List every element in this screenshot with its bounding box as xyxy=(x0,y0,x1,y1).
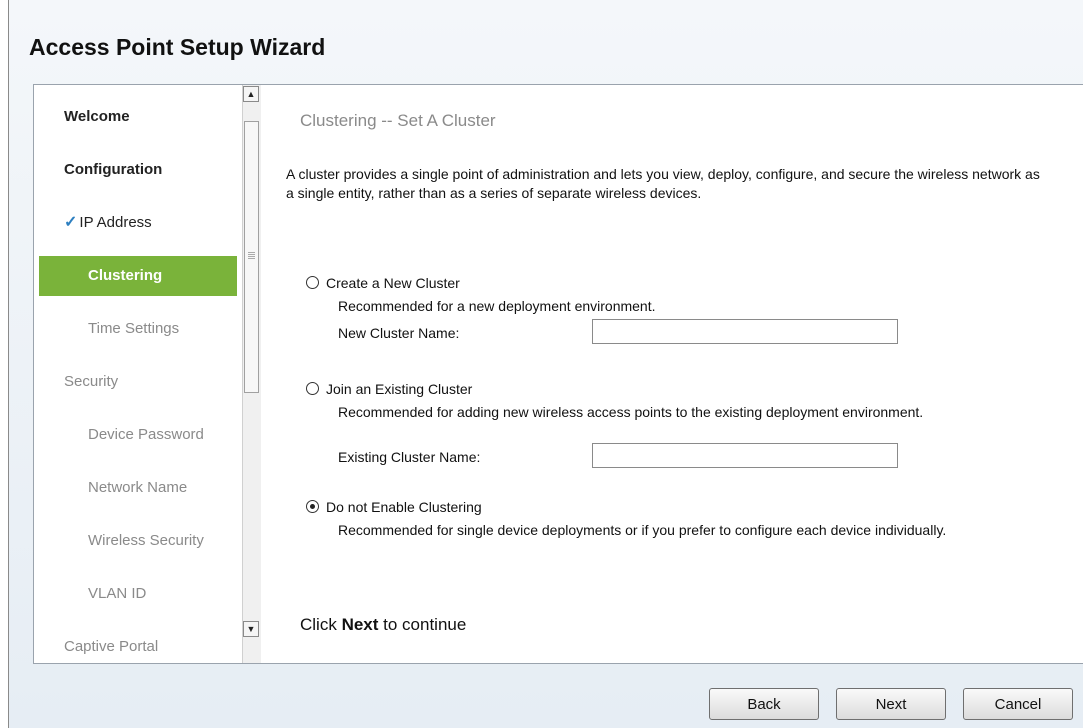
option-label[interactable]: Create a New Cluster xyxy=(326,275,460,291)
continue-hint: Click Next to continue xyxy=(300,615,466,635)
option-label[interactable]: Do not Enable Clustering xyxy=(326,499,482,515)
checkmark-icon: ✓ xyxy=(64,214,78,231)
window-left-edge xyxy=(0,0,8,728)
option-label[interactable]: Join an Existing Cluster xyxy=(326,381,472,397)
hint-prefix: Click xyxy=(300,615,342,634)
page-title: Clustering -- Set A Cluster xyxy=(300,111,496,130)
nav-item-vlan-id[interactable]: VLAN ID xyxy=(88,574,238,614)
nav-item-ip-address[interactable]: ✓ IP Address xyxy=(64,203,234,243)
scroll-up-button[interactable]: ▲ xyxy=(243,86,259,102)
disable-clustering-radio[interactable] xyxy=(306,500,319,513)
create-cluster-radio[interactable] xyxy=(306,276,319,289)
nav-item-configuration[interactable]: Configuration xyxy=(64,150,234,190)
nav-item-label: IP Address xyxy=(79,214,152,231)
hint-next-word: Next xyxy=(341,615,379,634)
join-cluster-radio[interactable] xyxy=(306,382,319,395)
next-button[interactable]: Next xyxy=(836,688,946,720)
option-description: Recommended for a new deployment environ… xyxy=(338,298,656,314)
new-cluster-name-input[interactable] xyxy=(592,319,898,344)
nav-item-welcome[interactable]: Welcome xyxy=(64,97,234,137)
existing-cluster-name-input[interactable] xyxy=(592,443,898,468)
option-description: Recommended for single device deployment… xyxy=(338,522,947,538)
wizard-content: Clustering -- Set A Cluster A cluster pr… xyxy=(286,85,1066,663)
back-button[interactable]: Back xyxy=(709,688,819,720)
cluster-description: A cluster provides a single point of adm… xyxy=(286,166,1040,201)
nav-item-clustering[interactable]: Clustering xyxy=(39,256,237,296)
nav-item-captive-portal[interactable]: Captive Portal xyxy=(64,627,234,663)
nav-item-time-settings[interactable]: Time Settings xyxy=(88,309,238,349)
scroll-thumb[interactable] xyxy=(244,121,259,393)
wizard-title: Access Point Setup Wizard xyxy=(29,34,326,60)
nav-item-security[interactable]: Security xyxy=(64,362,234,402)
field-label: New Cluster Name: xyxy=(338,325,460,341)
wizard-panel: Welcome Configuration ✓ IP Address Cluste… xyxy=(33,84,1083,664)
nav-scrollbar[interactable]: ▲ ▼ xyxy=(242,85,261,663)
option-description: Recommended for adding new wireless acce… xyxy=(338,404,924,420)
wizard-nav: Welcome Configuration ✓ IP Address Cluste… xyxy=(34,85,246,663)
option-disable-clustering: Do not Enable Clustering Recommended for… xyxy=(306,499,1046,559)
hint-suffix: to continue xyxy=(378,615,467,634)
grip-icon xyxy=(248,252,255,253)
cancel-button[interactable]: Cancel xyxy=(963,688,1073,720)
option-join-cluster: Join an Existing Cluster Recommended for… xyxy=(306,381,1046,476)
wizard-window: Access Point Setup Wizard Welcome Config… xyxy=(8,0,1083,728)
field-label: Existing Cluster Name: xyxy=(338,449,481,465)
option-create-cluster: Create a New Cluster Recommended for a n… xyxy=(306,275,1046,350)
nav-item-wireless-security[interactable]: Wireless Security xyxy=(88,521,238,561)
scroll-down-button[interactable]: ▼ xyxy=(243,621,259,637)
nav-item-network-name[interactable]: Network Name xyxy=(88,468,238,508)
nav-item-device-password[interactable]: Device Password xyxy=(88,415,238,455)
